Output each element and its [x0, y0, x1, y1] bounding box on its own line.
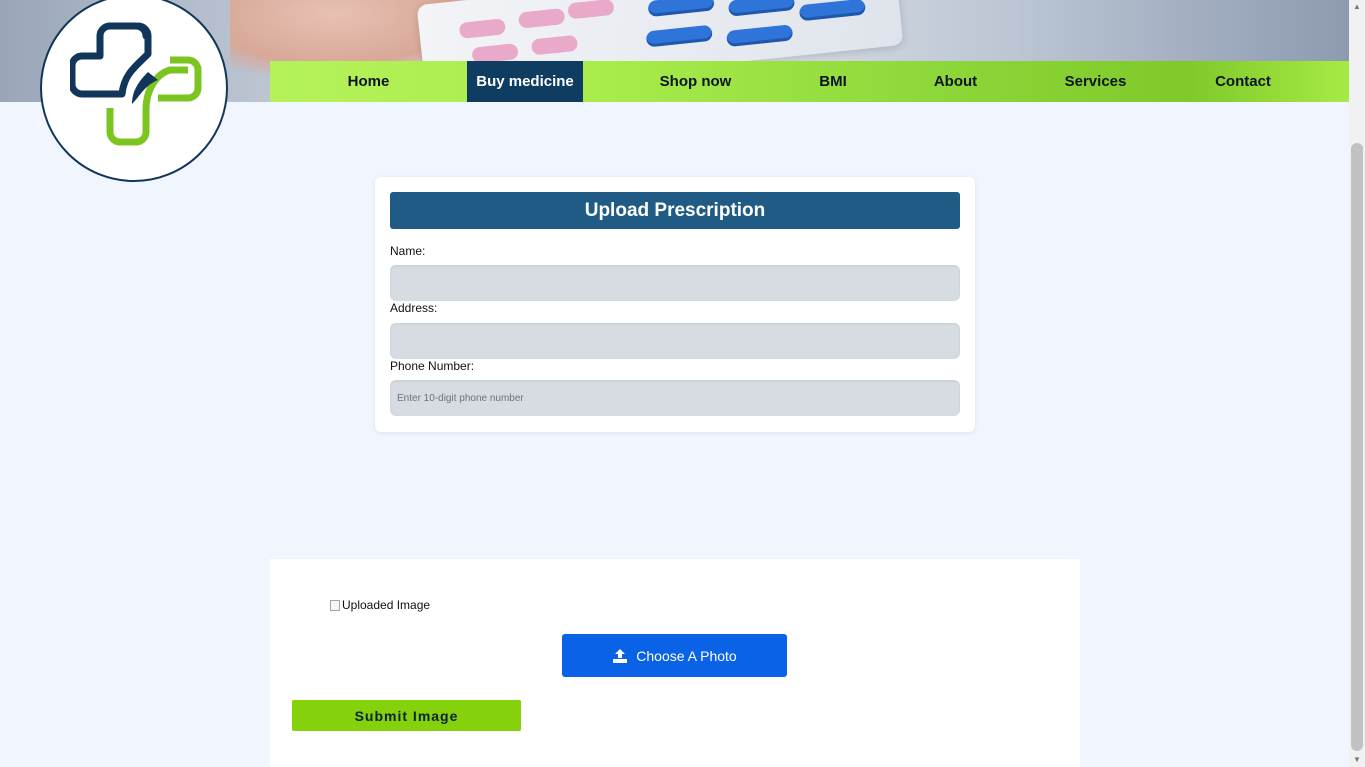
nav-contact[interactable]: Contact	[1138, 61, 1348, 102]
uploaded-image-alt: Uploaded Image	[342, 598, 431, 612]
nav-shop-now[interactable]: Shop now	[583, 61, 808, 102]
phone-label: Phone Number:	[390, 359, 475, 373]
name-input[interactable]	[390, 265, 960, 301]
pink-pill	[517, 7, 566, 29]
phone-input[interactable]	[390, 380, 960, 416]
site-logo[interactable]	[40, 0, 228, 182]
form-title: Upload Prescription	[390, 192, 960, 229]
nav-services[interactable]: Services	[1053, 61, 1138, 102]
blue-pill	[647, 0, 715, 18]
broken-image-icon	[330, 599, 340, 611]
blue-pill	[798, 0, 867, 22]
blue-pill	[726, 24, 794, 48]
nav-about[interactable]: About	[858, 61, 1053, 102]
scrollbar-thumb[interactable]	[1351, 143, 1363, 751]
scroll-down-arrow-icon[interactable]: ▼	[1353, 755, 1361, 764]
name-label: Name:	[390, 244, 426, 258]
main-nav: Home Buy medicine Shop now BMI About Ser…	[270, 61, 1349, 102]
address-input[interactable]	[390, 323, 960, 359]
nav-bmi[interactable]: BMI	[808, 61, 858, 102]
choose-photo-button[interactable]: Choose A Photo	[562, 634, 787, 677]
uploaded-image-preview: Uploaded Image	[330, 598, 430, 612]
scroll-up-arrow-icon[interactable]: ▲	[1353, 2, 1361, 11]
vertical-scrollbar[interactable]: ▲ ▼	[1349, 0, 1365, 767]
nav-buy-medicine[interactable]: Buy medicine	[467, 61, 583, 102]
upload-icon	[613, 648, 628, 663]
nav-home[interactable]: Home	[270, 61, 467, 102]
pink-pill	[458, 18, 507, 39]
submit-image-button[interactable]: Submit Image	[292, 700, 521, 731]
pink-pill	[567, 0, 615, 20]
choose-photo-label: Choose A Photo	[636, 647, 737, 664]
prescription-form: Upload Prescription Name: Address: Phone…	[375, 177, 975, 432]
upload-panel: Uploaded Image Choose A Photo Submit Ima…	[270, 559, 1080, 767]
medical-cross-logo-icon	[70, 22, 202, 146]
pink-pill	[530, 34, 579, 56]
blue-pill	[727, 0, 796, 17]
blue-pill	[645, 24, 713, 48]
address-label: Address:	[390, 301, 438, 315]
